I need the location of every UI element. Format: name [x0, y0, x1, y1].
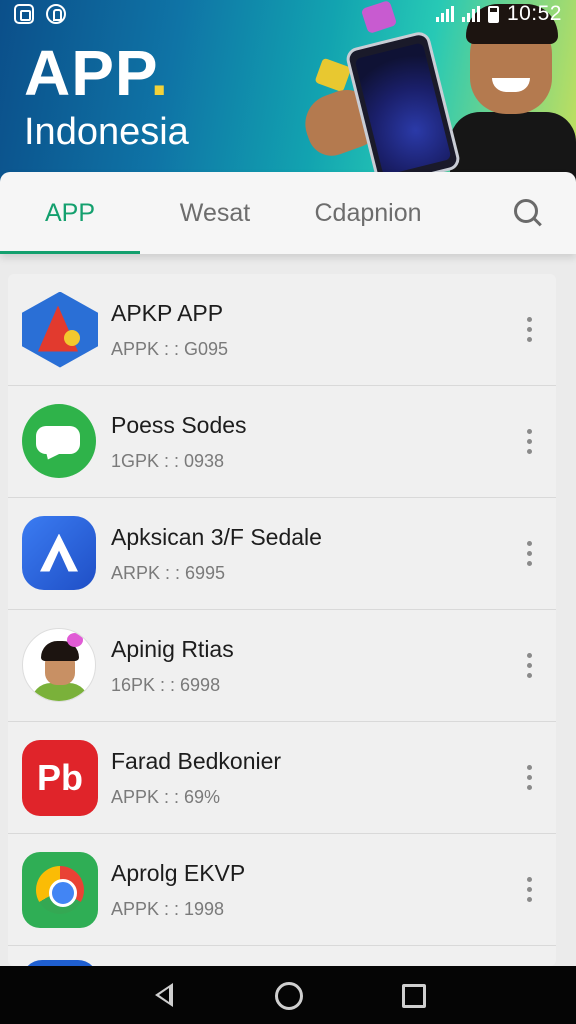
more-options-icon[interactable]	[514, 756, 544, 800]
tab-cdapnion[interactable]: Cdapnion	[290, 172, 446, 254]
app-name: APKP APP	[111, 299, 224, 326]
back-button-icon[interactable]	[143, 975, 183, 1015]
app-name: Poess Sodes	[111, 411, 247, 438]
notification-app-icon	[14, 4, 34, 24]
list-item[interactable]: Apksican 3/F Sedale ARPK : : 6995	[8, 498, 556, 610]
app-name: Aprolg EKVP	[111, 859, 246, 886]
more-options-icon[interactable]	[514, 868, 544, 912]
status-time: 10:52	[506, 2, 562, 25]
list-item[interactable]: Poess Sodes 1GPK : : 0938	[8, 386, 556, 498]
app-meta: APPK : : 69%	[111, 786, 221, 807]
banner-phone-illustration	[344, 29, 462, 189]
recents-button-icon[interactable]	[393, 975, 433, 1015]
tab-bar: APP Wesat Cdapnion	[0, 172, 576, 254]
tab-wesat[interactable]: Wesat	[140, 172, 290, 254]
more-options-icon[interactable]	[514, 308, 544, 352]
wifi-signal-icon	[435, 6, 454, 22]
app-meta: 1GPK : : 0938	[111, 450, 225, 471]
notification-lock-icon	[46, 4, 66, 24]
cell-signal-icon	[461, 6, 480, 22]
list-item[interactable]: Pb Farad Bedkonier APPK : : 69%	[8, 722, 556, 834]
app-list: APKP APP APPK : : G095 Poess Sodes 1GPK …	[8, 274, 556, 966]
system-nav-bar	[0, 966, 576, 1024]
home-button-icon[interactable]	[268, 975, 308, 1015]
banner-subtitle: Indonesia	[24, 111, 189, 153]
promo-banner[interactable]: 10:52 APP. Indonesia	[0, 0, 576, 200]
hexagon-app-icon	[22, 291, 98, 368]
more-options-icon[interactable]	[514, 532, 544, 576]
app-screen: 10:52 APP. Indonesia APP Wesat Cdapnion …	[0, 0, 576, 1024]
letter-a-icon	[22, 515, 98, 592]
battery-icon	[487, 5, 499, 23]
app-meta: APPK : : 1998	[111, 898, 225, 919]
more-options-icon[interactable]	[514, 420, 544, 464]
banner-person-illustration	[450, 0, 576, 200]
banner-title: APP.	[24, 37, 170, 109]
floating-cube-icon	[314, 57, 352, 93]
tab-app[interactable]: APP	[0, 172, 140, 254]
chrome-icon	[22, 851, 98, 928]
chat-bubble-icon	[22, 403, 98, 480]
pb-logo-icon: Pb	[22, 739, 98, 816]
app-meta: APPK : : G095	[111, 338, 229, 359]
list-item[interactable]: Apinig Rtias 16PK : : 6998	[8, 610, 556, 722]
avatar-face-icon	[22, 627, 98, 704]
app-meta: ARPK : : 6995	[111, 562, 226, 583]
app-meta: 16PK : : 6998	[111, 674, 221, 695]
app-name: Farad Bedkonier	[111, 747, 282, 774]
list-item[interactable]: APKP APP APPK : : G095	[8, 274, 556, 386]
app-name: Apksican 3/F Sedale	[111, 523, 322, 550]
banner-brand: APP. Indonesia	[24, 40, 189, 154]
more-options-icon[interactable]	[514, 644, 544, 688]
status-bar: 10:52	[0, 0, 576, 28]
search-icon[interactable]	[508, 193, 548, 233]
app-name: Apinig Rtias	[111, 635, 234, 662]
list-item[interactable]: Aprolg EKVP APPK : : 1998	[8, 834, 556, 946]
